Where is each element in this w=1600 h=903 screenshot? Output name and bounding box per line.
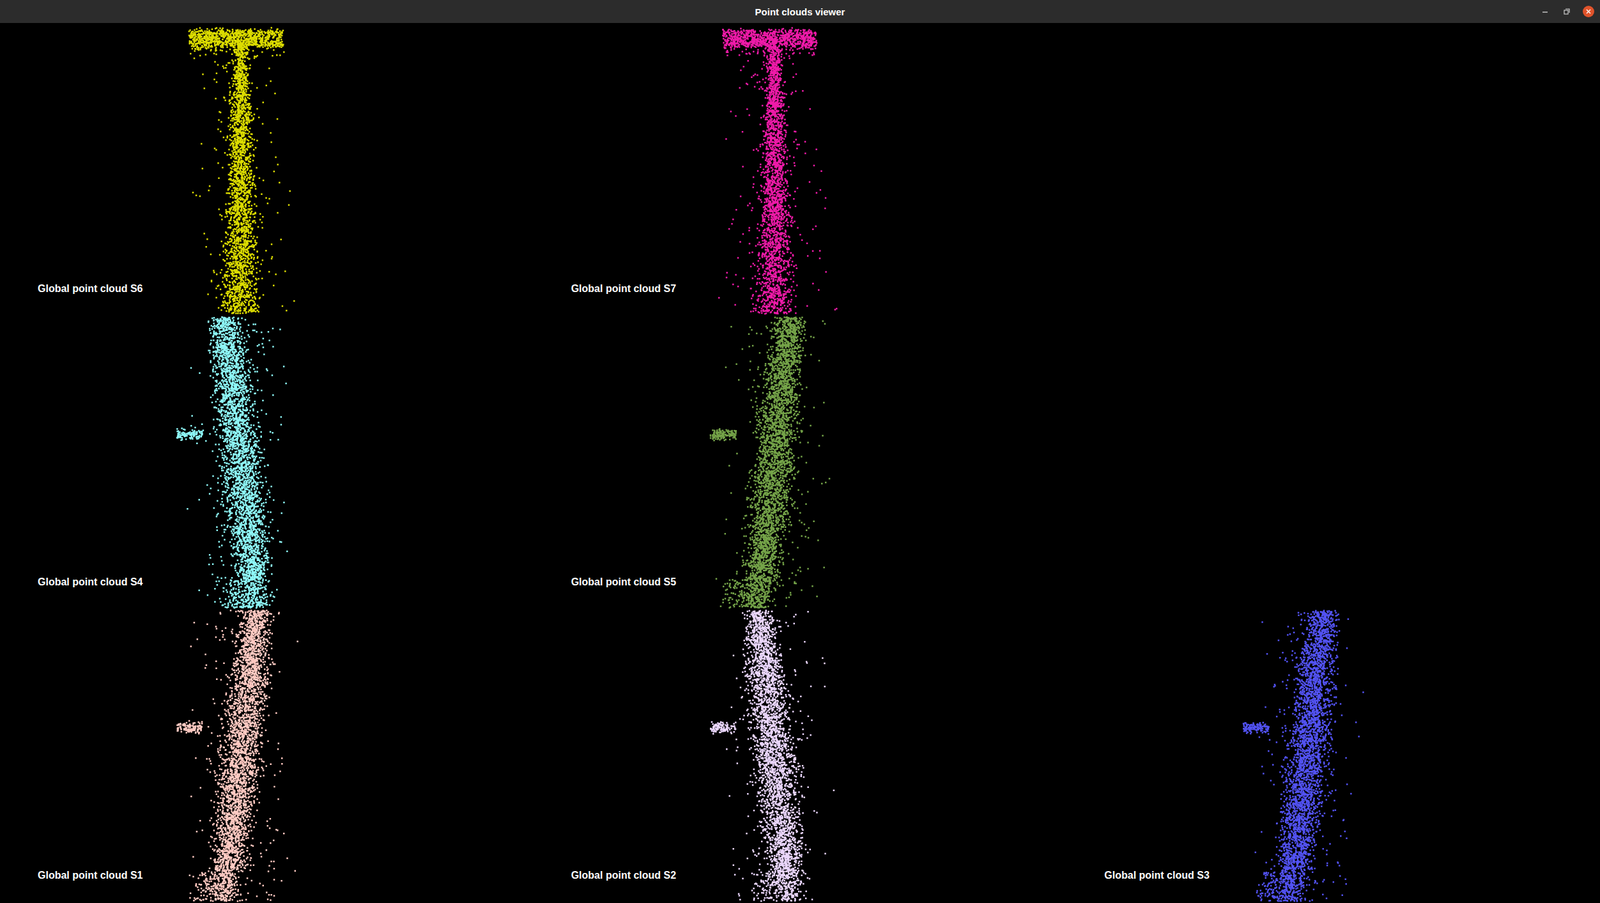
point-cloud[interactable] — [533, 316, 1068, 610]
restore-icon[interactable] — [1560, 5, 1574, 18]
window-title: Point clouds viewer — [755, 6, 846, 18]
cloud-points — [709, 316, 831, 609]
minimize-icon[interactable] — [1538, 5, 1552, 18]
point-cloud[interactable] — [533, 23, 1068, 317]
viewport-grid: Global point cloud S6 Global point cloud… — [0, 23, 1600, 903]
viewport-label: Global point cloud S4 — [37, 576, 143, 588]
viewport[interactable]: Global point cloud S4 — [0, 316, 534, 610]
viewport[interactable]: Global point cloud S3 — [1066, 609, 1600, 903]
point-cloud[interactable] — [0, 23, 534, 317]
viewport[interactable]: Global point cloud S7 — [533, 23, 1068, 317]
point-cloud[interactable] — [533, 609, 1068, 903]
point-cloud[interactable] — [0, 609, 534, 903]
cloud-points — [188, 26, 296, 314]
viewport-label: Global point cloud S6 — [37, 283, 143, 295]
cloud-points — [176, 316, 289, 609]
viewport[interactable]: Global point cloud S6 — [0, 23, 534, 317]
empty-viewport[interactable] — [1066, 316, 1600, 610]
point-cloud[interactable] — [0, 316, 534, 610]
viewport-label: Global point cloud S3 — [1104, 869, 1209, 882]
cloud-points — [1242, 609, 1365, 902]
close-icon[interactable] — [1582, 5, 1595, 18]
title-bar: Point clouds viewer — [0, 0, 1600, 24]
viewport-label: Global point cloud S1 — [37, 869, 143, 882]
viewport[interactable]: Global point cloud S2 — [533, 609, 1068, 903]
cloud-points — [709, 609, 835, 902]
viewport[interactable]: Global point cloud S1 — [0, 609, 534, 903]
cloud-points — [718, 27, 838, 316]
point-cloud[interactable] — [1066, 609, 1600, 903]
cloud-points — [176, 609, 299, 902]
empty-viewport[interactable] — [1066, 23, 1600, 317]
window-controls — [1538, 0, 1595, 24]
viewport-label: Global point cloud S5 — [571, 576, 677, 588]
viewport-label: Global point cloud S2 — [571, 869, 677, 882]
viewport[interactable]: Global point cloud S5 — [533, 316, 1068, 610]
viewport-label: Global point cloud S7 — [571, 283, 677, 295]
viewer-window: Point clouds viewer Global point cloud S… — [0, 0, 1600, 903]
